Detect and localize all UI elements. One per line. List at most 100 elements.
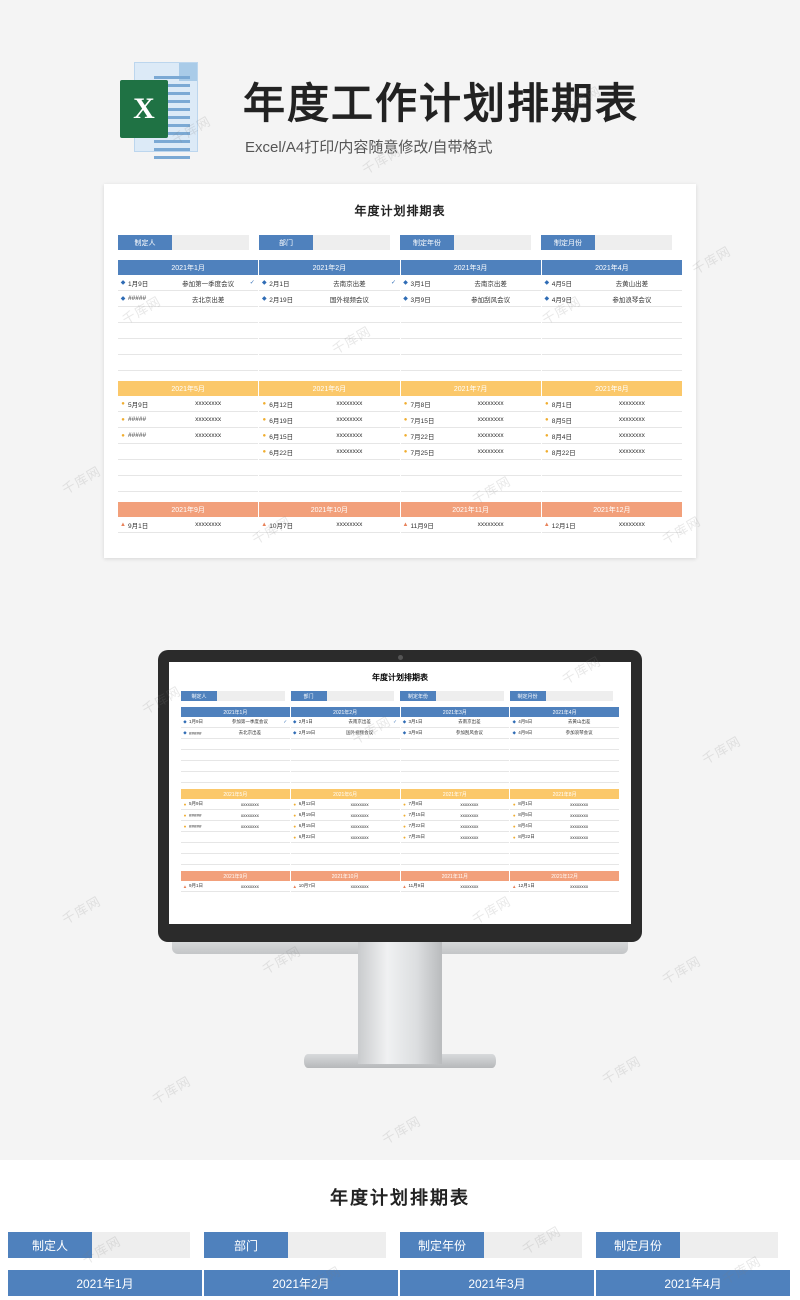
card-task-row[interactable] [400, 307, 541, 323]
card-task-row[interactable] [400, 339, 541, 355]
mini-task-row[interactable]: ◆ 2月1日 去南京出差 ✓ [290, 717, 400, 728]
card-task-row[interactable] [400, 460, 541, 476]
mini-task-row[interactable] [510, 750, 619, 761]
mini-task-row[interactable]: ◆ 4月5日 去黄山出差 [510, 717, 619, 728]
mini-task-row[interactable]: ● 6月12日 xxxxxxxx [290, 799, 400, 810]
card-task-row[interactable]: ● 7月15日 xxxxxxxx [400, 412, 541, 428]
mini-task-row[interactable]: ◆ 3月1日 去南京出差 [400, 717, 510, 728]
mini-task-row[interactable]: ● 6月22日 xxxxxxxx [290, 832, 400, 843]
card-task-row[interactable]: ● 8月22日 xxxxxxxx [541, 444, 682, 460]
mini-task-row[interactable]: ● 8月22日 xxxxxxxx [510, 832, 619, 843]
strip-meta-input[interactable] [288, 1232, 386, 1258]
card-task-row[interactable]: ● 8月5日 xxxxxxxx [541, 412, 682, 428]
card-task-row[interactable]: ▲ 9月1日 xxxxxxxx [118, 517, 259, 533]
mini-task-row[interactable]: ● 7月15日 xxxxxxxx [400, 810, 510, 821]
card-task-row[interactable]: ● ##### xxxxxxxx [118, 428, 259, 444]
card-task-row[interactable]: ◆ ##### 去北京出差 [118, 291, 259, 307]
card-task-row[interactable] [259, 307, 400, 323]
mini-meta-input[interactable] [217, 691, 285, 701]
task-check-icon[interactable]: ✓ [388, 279, 400, 286]
mini-task-row[interactable] [290, 854, 400, 865]
mini-task-row[interactable] [510, 772, 619, 783]
mini-task-row[interactable] [181, 832, 290, 843]
mini-task-row[interactable] [290, 739, 400, 750]
card-meta-input[interactable] [172, 235, 249, 250]
card-task-row[interactable] [118, 460, 259, 476]
mini-task-row[interactable] [290, 843, 400, 854]
mini-task-row[interactable]: ◆ 1月9日 参加第一季度会议 ✓ [181, 717, 290, 728]
mini-task-row[interactable] [510, 843, 619, 854]
card-task-row[interactable] [118, 444, 259, 460]
strip-meta-input[interactable] [484, 1232, 582, 1258]
card-task-row[interactable] [541, 476, 682, 492]
strip-meta-input[interactable] [680, 1232, 778, 1258]
mini-task-row[interactable] [400, 772, 510, 783]
card-task-row[interactable]: ● ##### xxxxxxxx [118, 412, 259, 428]
mini-task-row[interactable] [400, 854, 510, 865]
mini-task-row[interactable] [510, 854, 619, 865]
mini-task-row[interactable] [510, 739, 619, 750]
card-task-row[interactable]: ● 7月22日 xxxxxxxx [400, 428, 541, 444]
card-meta-input[interactable] [595, 235, 672, 250]
card-task-row[interactable]: ▲ 11月9日 xxxxxxxx [400, 517, 541, 533]
mini-task-row[interactable]: ● 8月4日 xxxxxxxx [510, 821, 619, 832]
card-task-row[interactable] [259, 476, 400, 492]
card-task-row[interactable] [541, 355, 682, 371]
mini-task-row[interactable]: ● 7月8日 xxxxxxxx [400, 799, 510, 810]
card-task-row[interactable]: ● 7月25日 xxxxxxxx [400, 444, 541, 460]
mini-task-row[interactable]: ◆ 2月19日 国外视频会议 [290, 728, 400, 739]
card-task-row[interactable]: ◆ 4月5日 去黄山出差 [541, 275, 682, 291]
card-task-row[interactable] [541, 307, 682, 323]
mini-task-row[interactable]: ● ##### xxxxxxxx [181, 821, 290, 832]
card-task-row[interactable]: ◆ 4月9日 参加浪琴会议 [541, 291, 682, 307]
card-task-row[interactable]: ▲ 10月7日 xxxxxxxx [259, 517, 400, 533]
card-task-row[interactable] [541, 323, 682, 339]
mini-task-row[interactable]: ● ##### xxxxxxxx [181, 810, 290, 821]
card-task-row[interactable]: ◆ 1月9日 参加第一季度会议 ✓ [118, 275, 259, 291]
mini-task-row[interactable] [400, 750, 510, 761]
card-task-row[interactable]: ◆ 3月1日 去南京出差 [400, 275, 541, 291]
card-task-row[interactable]: ◆ 3月9日 参加刮风会议 [400, 291, 541, 307]
card-task-row[interactable] [118, 355, 259, 371]
mini-task-row[interactable]: ◆ 3月9日 参加刮风会议 [400, 728, 510, 739]
mini-task-row[interactable] [181, 772, 290, 783]
card-task-row[interactable] [400, 355, 541, 371]
mini-task-row[interactable] [181, 761, 290, 772]
mini-task-row[interactable]: ▲ 9月1日 xxxxxxxx [181, 881, 290, 892]
card-task-row[interactable]: ● 8月4日 xxxxxxxx [541, 428, 682, 444]
mini-task-row[interactable] [181, 843, 290, 854]
card-task-row[interactable]: ● 6月22日 xxxxxxxx [259, 444, 400, 460]
task-check-icon[interactable]: ✓ [391, 719, 400, 725]
mini-task-row[interactable] [400, 739, 510, 750]
mini-meta-input[interactable] [326, 691, 394, 701]
card-task-row[interactable]: ● 8月1日 xxxxxxxx [541, 396, 682, 412]
mini-meta-input[interactable] [545, 691, 613, 701]
card-task-row[interactable] [118, 476, 259, 492]
mini-task-row[interactable]: ▲ 11月9日 xxxxxxxx [400, 881, 510, 892]
mini-task-row[interactable] [400, 843, 510, 854]
mini-task-row[interactable] [181, 854, 290, 865]
task-check-icon[interactable]: ✓ [246, 279, 258, 286]
card-task-row[interactable]: ● 5月9日 xxxxxxxx [118, 396, 259, 412]
mini-task-row[interactable]: ● 6月19日 xxxxxxxx [290, 810, 400, 821]
card-task-row[interactable] [259, 460, 400, 476]
card-task-row[interactable]: ▲ 12月1日 xxxxxxxx [541, 517, 682, 533]
card-task-row[interactable] [118, 323, 259, 339]
card-meta-input[interactable] [454, 235, 531, 250]
card-task-row[interactable] [400, 323, 541, 339]
mini-task-row[interactable] [181, 739, 290, 750]
card-meta-input[interactable] [313, 235, 390, 250]
card-task-row[interactable] [118, 339, 259, 355]
card-task-row[interactable] [541, 339, 682, 355]
mini-task-row[interactable] [181, 750, 290, 761]
mini-task-row[interactable]: ● 7月25日 xxxxxxxx [400, 832, 510, 843]
mini-task-row[interactable]: ● 7月22日 xxxxxxxx [400, 821, 510, 832]
card-task-row[interactable]: ● 6月15日 xxxxxxxx [259, 428, 400, 444]
mini-meta-input[interactable] [436, 691, 504, 701]
card-task-row[interactable]: ◆ 2月19日 国外视频会议 [259, 291, 400, 307]
card-task-row[interactable] [259, 339, 400, 355]
mini-task-row[interactable]: ◆ 4月9日 参加浪琴会议 [510, 728, 619, 739]
card-task-row[interactable] [541, 460, 682, 476]
mini-task-row[interactable] [400, 761, 510, 772]
card-task-row[interactable] [400, 476, 541, 492]
